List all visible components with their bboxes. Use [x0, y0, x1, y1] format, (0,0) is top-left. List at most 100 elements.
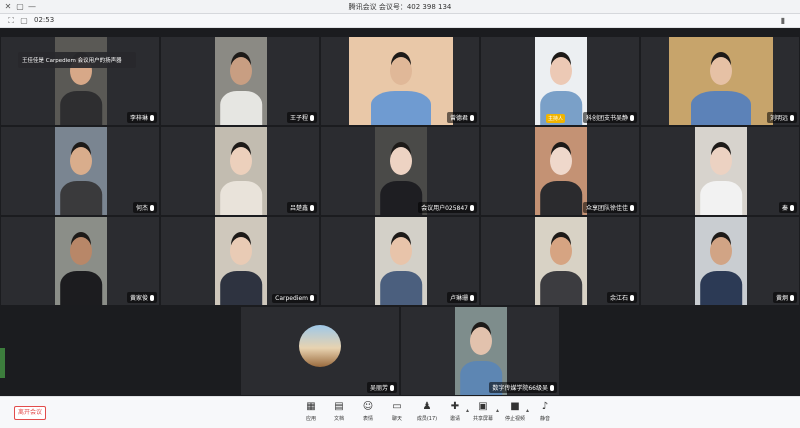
- participant-video: [55, 217, 107, 305]
- participant-body: [380, 271, 422, 305]
- leave-meeting-button[interactable]: 离开会议: [14, 406, 46, 420]
- document-icon: ▤: [334, 401, 344, 412]
- video-icon: ■: [510, 401, 520, 412]
- participant-name: 卢琳珊: [446, 292, 477, 303]
- participant-name-label: 李梓琳: [129, 115, 148, 122]
- participant-name-label: 科创团支书吴静: [585, 115, 628, 122]
- participant-body: [540, 271, 582, 305]
- participant-name: 黄家俊: [126, 292, 157, 303]
- toolbar-button-label: 停止视频: [504, 416, 525, 422]
- participant-video: [669, 37, 773, 125]
- share-screen-button[interactable]: ▣ 共享屏幕: [470, 400, 496, 426]
- participant-name: 会议用户025847: [418, 202, 477, 213]
- participant-tile[interactable]: 吕楚鑫: [160, 126, 320, 216]
- chat-button[interactable]: ▭ 聊天: [384, 400, 410, 426]
- emoji-icon: ☺: [362, 401, 374, 412]
- participant-name-label: 秦: [781, 205, 788, 212]
- participant-face: [710, 237, 732, 265]
- participant-face: [710, 57, 732, 85]
- window-titlebar: ✕ ▢ — 腾讯会议 会议号：402 398 134: [0, 0, 800, 14]
- meeting-toolbar: 离开会议 ▦ 应用 ▤ 文档 ☺ 表情 ▭ 聊天 ♟ 成员(17) ✚ 邀请 ▣ 共享屏幕 ■ 停止视频 ♪ 静音…: [0, 396, 800, 428]
- participant-video: [695, 127, 747, 215]
- members-button[interactable]: ♟ 成员(17): [414, 400, 440, 426]
- participant-video: [215, 127, 267, 215]
- participant-video: [55, 127, 107, 215]
- audio-options-caret-icon[interactable]: ▴: [526, 407, 529, 414]
- toolbar-button-label: 应用: [305, 416, 316, 422]
- participant-tile[interactable]: 黄家俊: [0, 216, 160, 306]
- participant-tile[interactable]: 会议用户025847: [320, 126, 480, 216]
- emoji-button[interactable]: ☺ 表情: [355, 400, 381, 426]
- microphone-icon: [790, 115, 794, 121]
- participant-tile[interactable]: 黄炯: [640, 216, 800, 306]
- invite-button[interactable]: ✚ 邀请: [442, 400, 468, 426]
- chat-icon: ▭: [392, 401, 402, 412]
- microphone-icon: ♪: [541, 401, 549, 412]
- fullscreen-icon[interactable]: ⛶: [6, 16, 16, 26]
- meeting-infobar: ⛶ ▢ 02:53 ▮: [0, 14, 800, 28]
- participant-tile[interactable]: 李梓琳: [0, 36, 160, 126]
- participant-face: [710, 147, 732, 175]
- participant-video: [535, 37, 587, 125]
- video-options-caret-icon[interactable]: ▴: [496, 407, 499, 414]
- participant-video: [375, 217, 427, 305]
- participant-tile[interactable]: 众享团队徐佳佳: [480, 126, 640, 216]
- microphone-icon: [150, 295, 154, 301]
- network-signal-icon[interactable]: ▮: [778, 16, 788, 26]
- document-button[interactable]: ▤ 文档: [326, 400, 352, 426]
- participant-face: [390, 237, 412, 265]
- participant-face: [550, 147, 572, 175]
- microphone-icon: [630, 205, 634, 211]
- microphone-icon: [790, 295, 794, 301]
- share-screen-icon: ▣: [478, 401, 488, 412]
- participant-video: [215, 217, 267, 305]
- layout-icon[interactable]: ▢: [19, 16, 29, 26]
- video-grid: 李梓琳 王子程 曾德君 科创团支书吴静 主持人 刘明远何杰 吕楚鑫 会议用户025847 众享团…: [0, 29, 800, 396]
- microphone-icon: [150, 115, 154, 121]
- participant-face: [390, 147, 412, 175]
- participant-tile[interactable]: 王子程: [160, 36, 320, 126]
- participant-tile[interactable]: 科创团支书吴静 主持人: [480, 36, 640, 126]
- microphone-icon: [150, 205, 154, 211]
- microphone-icon: [310, 205, 314, 211]
- participant-tile[interactable]: 数字传媒学院66级吴: [400, 306, 560, 396]
- video-button[interactable]: ■ 停止视频: [502, 400, 528, 426]
- participant-face: [230, 57, 252, 85]
- microphone-icon: [470, 115, 474, 121]
- participant-body: [220, 181, 262, 215]
- participant-tile[interactable]: 吴丽芳: [240, 306, 400, 396]
- participant-tile[interactable]: 刘明远: [640, 36, 800, 126]
- participant-tile[interactable]: 曾德君: [320, 36, 480, 126]
- microphone-icon: [310, 295, 314, 301]
- participant-body: [380, 181, 422, 215]
- microphone-icon: [630, 115, 634, 121]
- participant-name: 吕楚鑫: [286, 202, 317, 213]
- side-panel-handle[interactable]: [0, 348, 5, 378]
- participant-tile[interactable]: 余江石: [480, 216, 640, 306]
- share-options-caret-icon[interactable]: ▴: [466, 407, 469, 414]
- toolbar-button-label: 聊天: [391, 416, 402, 422]
- microphone-button[interactable]: ♪ 静音: [532, 400, 558, 426]
- participant-name-label: 会议用户025847: [421, 205, 468, 212]
- toolbar-button-label: 共享屏幕: [472, 416, 493, 422]
- apps-button[interactable]: ▦ 应用: [298, 400, 324, 426]
- participant-name-label: 卢琳珊: [449, 295, 468, 302]
- participant-tile[interactable]: 何杰: [0, 126, 160, 216]
- toolbar-button-label: 邀请: [449, 416, 460, 422]
- participant-face: [70, 147, 92, 175]
- participant-tile[interactable]: 秦: [640, 126, 800, 216]
- participant-video: [349, 37, 453, 125]
- participant-tile[interactable]: 卢琳珊: [320, 216, 480, 306]
- participant-name-label: 余江石: [609, 295, 628, 302]
- participant-name: 科创团支书吴静: [582, 112, 637, 123]
- participant-name-label: 吴丽芳: [369, 385, 388, 392]
- participant-name-label: 数字传媒学院66级吴: [492, 385, 548, 392]
- participant-video: [55, 37, 107, 125]
- participant-face: [230, 237, 252, 265]
- participant-tile[interactable]: Carpediem: [160, 216, 320, 306]
- toolbar-button-label: 文档: [333, 416, 344, 422]
- participant-avatar: [299, 325, 341, 367]
- participant-body: [700, 181, 742, 215]
- toolbar-button-label: 静音: [539, 416, 550, 422]
- toolbar-button-label: 成员(17): [416, 416, 438, 422]
